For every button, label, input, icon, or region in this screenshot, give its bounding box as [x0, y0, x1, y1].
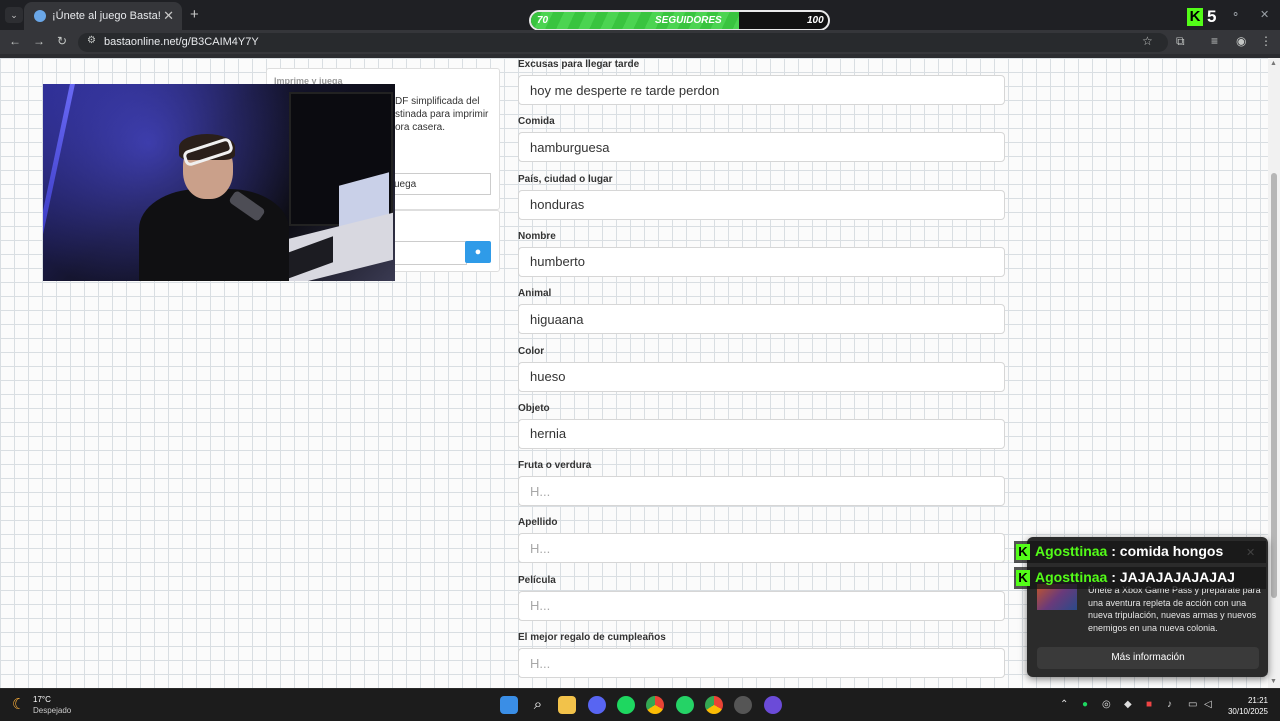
back-icon[interactable]: ← [9, 34, 21, 48]
kick-logo-icon: K [1187, 8, 1203, 26]
chat-separator: : [1107, 569, 1120, 585]
chat-separator: : [1107, 543, 1120, 559]
field-label: Fruta o verdura [518, 460, 592, 472]
field-label: Película [518, 574, 556, 586]
more-menu-icon[interactable]: ⋮ [1260, 34, 1272, 48]
file-explorer-icon[interactable] [558, 696, 576, 714]
kick-count: 5 [1207, 7, 1217, 26]
chat-username: Agosttinaa [1035, 543, 1108, 559]
kick-chat-message: K Agosttinaa : comida hongos [1014, 541, 1266, 563]
answer-input[interactable] [518, 189, 1005, 220]
browser-titlebar: ⌄ ¡Únete al juego Basta! ✕ + 70 SEGUIDOR… [0, 0, 1280, 31]
more-info-button[interactable]: Más información [1037, 647, 1259, 669]
browser-toolbar: ← → ↻ ⚙ bastaonline.net/g/B3CAIM4Y7Y ☆ ⧉… [0, 30, 1280, 54]
kick-logo-icon: K [1016, 570, 1030, 586]
followers-label: SEGUIDORES [655, 15, 722, 26]
new-tab-button[interactable]: + [190, 6, 199, 23]
network-icon[interactable]: ▭ [1188, 699, 1197, 710]
answer-input[interactable] [518, 533, 1005, 564]
site-info-icon[interactable]: ⚙ [87, 35, 96, 46]
reload-icon[interactable]: ↻ [57, 34, 67, 48]
globe-icon [34, 10, 46, 22]
streamer-webcam [43, 84, 395, 281]
answer-input[interactable] [518, 246, 1005, 277]
bookmark-star-icon[interactable]: ☆ [1142, 34, 1153, 48]
obs-icon[interactable] [734, 696, 752, 714]
field-label: El mejor regalo de cumpleaños [518, 632, 666, 643]
page-scrollbar[interactable]: ▲ ▼ [1268, 58, 1280, 688]
field-label: País, ciudad o lugar [518, 173, 613, 185]
media-control-icon[interactable]: ≡ [1211, 34, 1218, 48]
tab-title: ¡Únete al juego Basta! [52, 10, 161, 22]
tab-search-button[interactable]: ⌄ [5, 7, 23, 23]
answer-input[interactable] [518, 361, 1005, 392]
followers-current: 70 [537, 15, 549, 26]
scroll-down-icon[interactable]: ▼ [1270, 678, 1277, 685]
scroll-up-icon[interactable]: ▲ [1270, 60, 1277, 67]
discord-icon[interactable] [588, 696, 606, 714]
clock-date: 30/10/2025 [1227, 707, 1268, 716]
followers-goal-bar: 70 SEGUIDORES 100 [529, 10, 830, 31]
microphone-icon[interactable]: ♪ [1167, 699, 1172, 710]
close-window-icon[interactable]: ✕ [1260, 8, 1269, 21]
field-label: Color [518, 345, 545, 357]
kick-chat-message: K Agosttinaa : JAJAJAJAJAJAJ [1014, 567, 1266, 589]
chat-bubble-icon: ● [474, 246, 482, 258]
answer-input[interactable] [518, 75, 1005, 105]
tray-app-icon[interactable]: ◆ [1124, 699, 1132, 710]
address-bar[interactable]: ⚙ bastaonline.net/g/B3CAIM4Y7Y [78, 33, 1168, 52]
answer-input[interactable] [518, 648, 1005, 678]
field-label: Excusas para llegar tarde [518, 59, 640, 70]
answer-input[interactable] [518, 418, 1005, 449]
answer-input[interactable] [518, 476, 1005, 507]
weather-desc: Despejado [33, 706, 72, 715]
chrome-profile-icon[interactable] [705, 696, 723, 714]
chat-text: comida hongos [1119, 543, 1224, 559]
tray-spotify-icon[interactable]: ● [1082, 699, 1088, 710]
followers-goal: 100 [807, 15, 824, 26]
extensions-icon[interactable]: ⧉ [1176, 34, 1185, 49]
field-label: Nombre [518, 230, 556, 242]
weather-temp: 17°C [33, 695, 51, 704]
chat-message-line: Agosttinaa : comida hongos [1035, 543, 1223, 559]
moon-weather-icon[interactable]: ☾ [12, 695, 25, 713]
print-play-button[interactable]: uega [387, 173, 491, 195]
whatsapp-icon[interactable] [676, 696, 694, 714]
windows-taskbar: ☾ 17°C Despejado ⌕ ⌃ ● ◎ ◆ ■ ♪ ▭ ◁ 21:21… [0, 688, 1280, 721]
chat-input[interactable] [387, 241, 467, 265]
volume-icon[interactable]: ◁ [1204, 699, 1212, 710]
clock-time: 21:21 [1247, 696, 1268, 705]
chrome-icon[interactable] [646, 696, 664, 714]
chat-text: JAJAJAJAJAJAJ [1119, 569, 1235, 585]
field-label: Objeto [518, 402, 550, 414]
tab-close-button[interactable]: ✕ [163, 8, 174, 24]
webcam-person-body [139, 189, 289, 281]
search-icon[interactable]: ⌕ [529, 696, 547, 714]
spotify-icon[interactable] [617, 696, 635, 714]
kick-logo-icon: K [1016, 544, 1030, 560]
active-tab[interactable]: ¡Únete al juego Basta! ✕ [24, 2, 182, 30]
answer-input[interactable] [518, 304, 1005, 335]
minimize-icon[interactable]: ⚬ [1231, 8, 1240, 21]
tray-chevron-icon[interactable]: ⌃ [1060, 699, 1068, 710]
field-label: Animal [518, 288, 552, 300]
start-icon[interactable] [500, 696, 518, 714]
forward-icon[interactable]: → [33, 34, 45, 48]
profile-avatar-icon[interactable]: ◉ [1236, 34, 1246, 48]
notification-text: Únete a Xbox Game Pass y prepárate para … [1088, 585, 1261, 633]
scrollbar-thumb[interactable] [1271, 173, 1277, 598]
tray-xbox-icon[interactable]: ◎ [1102, 699, 1111, 710]
tray-app-red-icon[interactable]: ■ [1146, 699, 1152, 710]
field-label: Apellido [518, 517, 558, 529]
answer-input[interactable] [518, 132, 1005, 163]
print-card-description: DF simplificada del stinada para imprimi… [395, 96, 489, 133]
chat-send-button[interactable]: ● [465, 241, 491, 263]
answer-input[interactable] [518, 590, 1005, 621]
field-label: Comida [518, 116, 555, 128]
chat-username: Agosttinaa [1035, 569, 1108, 585]
clock[interactable]: 21:21 30/10/2025 [1222, 695, 1268, 717]
chat-message-line: Agosttinaa : JAJAJAJAJAJAJ [1035, 569, 1235, 585]
address-text: bastaonline.net/g/B3CAIM4Y7Y [104, 36, 259, 48]
app-icon[interactable] [764, 696, 782, 714]
